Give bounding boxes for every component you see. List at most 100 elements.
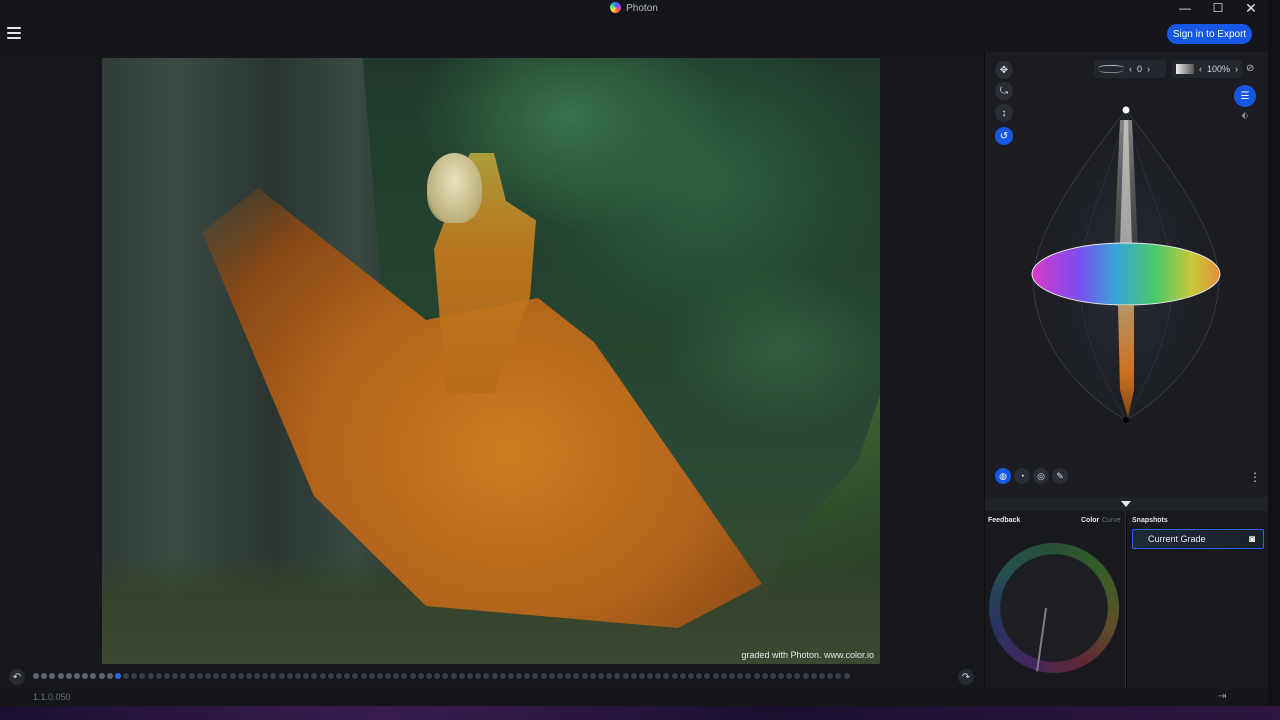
history-step[interactable]	[720, 673, 727, 679]
history-step[interactable]	[376, 673, 383, 679]
reset-view-icon[interactable]: ↺	[995, 127, 1013, 145]
history-step[interactable]	[335, 673, 342, 679]
history-step[interactable]	[565, 673, 572, 679]
history-step[interactable]	[98, 673, 105, 679]
history-step[interactable]	[442, 673, 449, 679]
history-step[interactable]	[188, 673, 195, 679]
history-step[interactable]	[802, 673, 809, 679]
history-step[interactable]	[131, 673, 138, 679]
redo-icon[interactable]: ↷	[958, 669, 974, 685]
history-step[interactable]	[475, 673, 482, 679]
history-step[interactable]	[712, 673, 719, 679]
history-step[interactable]	[557, 673, 563, 679]
history-step[interactable]	[393, 673, 400, 679]
history-step[interactable]	[688, 673, 694, 679]
history-step[interactable]	[516, 673, 523, 679]
history-step[interactable]	[303, 673, 310, 679]
history-step[interactable]	[352, 673, 359, 679]
globe-scope-tab[interactable]: ◍	[995, 468, 1011, 484]
history-step[interactable]	[753, 673, 760, 679]
history-step[interactable]	[221, 673, 228, 679]
history-step[interactable]	[491, 673, 498, 679]
history-step[interactable]	[532, 673, 539, 679]
hamburger-icon[interactable]	[7, 27, 21, 39]
history-step[interactable]	[204, 673, 211, 679]
history-step[interactable]	[466, 673, 473, 679]
color-globe-scope[interactable]	[1020, 100, 1232, 430]
history-step[interactable]	[458, 673, 465, 679]
history-step[interactable]	[73, 673, 80, 679]
panel-divider[interactable]	[985, 497, 1268, 511]
history-step[interactable]	[286, 673, 293, 679]
history-step[interactable]	[344, 673, 351, 679]
history-step[interactable]	[827, 673, 834, 679]
rotate-icon[interactable]: ⤿	[995, 82, 1013, 100]
history-step[interactable]	[573, 673, 580, 679]
history-step[interactable]	[295, 673, 301, 679]
history-step[interactable]	[237, 673, 244, 679]
history-step[interactable]	[679, 673, 686, 679]
history-step[interactable]	[164, 673, 170, 679]
history-step[interactable]	[450, 673, 457, 679]
target-scope-tab[interactable]: ◎	[1033, 468, 1049, 484]
picker-scope-tab[interactable]: ✎	[1052, 468, 1068, 484]
history-step[interactable]	[123, 673, 130, 679]
hue-scope-tab[interactable]: ◔	[1014, 468, 1030, 484]
scope-menu-icon[interactable]: ⋮	[1249, 470, 1261, 484]
move-icon[interactable]: ✥	[995, 61, 1013, 79]
history-step[interactable]	[262, 673, 269, 679]
collapse-arrow-icon[interactable]	[1121, 501, 1131, 507]
history-step[interactable]	[90, 673, 97, 679]
history-step[interactable]	[360, 673, 367, 679]
history-step[interactable]	[106, 673, 113, 679]
history-step[interactable]	[581, 673, 588, 679]
history-step[interactable]	[606, 673, 613, 679]
history-step[interactable]	[548, 673, 555, 679]
history-step[interactable]	[147, 673, 154, 679]
history-step[interactable]	[278, 673, 285, 679]
history-step[interactable]	[507, 673, 514, 679]
history-step[interactable]	[155, 673, 162, 679]
opacity-increase-icon[interactable]: ›	[1235, 64, 1238, 74]
snapshot-item[interactable]: Current Grade ◙	[1132, 529, 1264, 549]
history-step[interactable]	[82, 673, 89, 679]
scope-mode-button[interactable]: ☰	[1234, 85, 1256, 107]
history-step[interactable]	[778, 673, 785, 679]
history-step[interactable]	[434, 673, 441, 679]
history-step[interactable]	[41, 673, 48, 679]
history-step[interactable]	[368, 673, 375, 679]
history-step[interactable]	[245, 673, 252, 679]
history-step[interactable]	[417, 673, 424, 679]
maximize-button[interactable]: ☐	[1201, 0, 1235, 16]
history-step[interactable]	[65, 673, 72, 679]
sign-in-to-export-button[interactable]: Sign in to Export	[1167, 24, 1252, 44]
history-step[interactable]	[810, 673, 817, 679]
undo-icon[interactable]: ↶	[9, 669, 25, 685]
history-step[interactable]	[761, 673, 768, 679]
history-step[interactable]	[663, 673, 670, 679]
history-step[interactable]	[319, 673, 326, 679]
history-step[interactable]	[540, 673, 547, 679]
history-step[interactable]	[385, 673, 392, 679]
pin-panel-icon[interactable]: ⇥	[1218, 691, 1226, 702]
opacity-control[interactable]: ‹ 100% ›	[1172, 60, 1242, 78]
feedback-curve-tab[interactable]: Curve	[1102, 517, 1121, 524]
history-step[interactable]	[229, 673, 236, 679]
history-step[interactable]	[704, 673, 711, 679]
history-step[interactable]	[647, 673, 654, 679]
vertical-resize-icon[interactable]: ↕	[995, 104, 1013, 122]
history-step[interactable]	[630, 673, 637, 679]
history-step[interactable]	[180, 673, 187, 679]
history-step[interactable]	[409, 673, 416, 679]
history-step[interactable]	[57, 673, 64, 679]
close-button[interactable]: ✕	[1234, 0, 1268, 16]
scope-mode-alt-icon[interactable]: ⬖	[1238, 110, 1252, 122]
history-step[interactable]	[49, 673, 56, 679]
history-step[interactable]	[728, 673, 735, 679]
history-step[interactable]	[737, 673, 744, 679]
history-step[interactable]	[819, 673, 825, 679]
history-step[interactable]	[794, 673, 801, 679]
smoothing-increase-icon[interactable]: ›	[1147, 64, 1150, 74]
history-step[interactable]	[835, 673, 842, 679]
history-step[interactable]	[327, 673, 334, 679]
